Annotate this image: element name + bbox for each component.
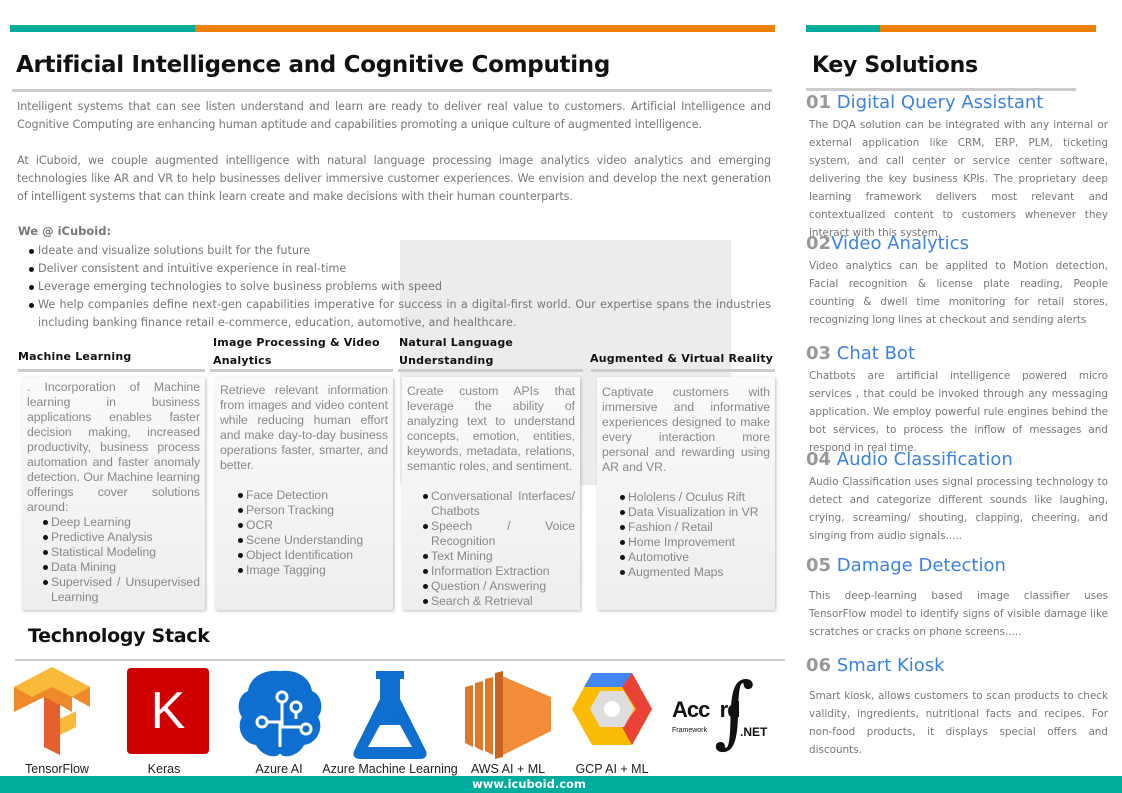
list-item: Image Tagging bbox=[236, 563, 388, 578]
tech-rule bbox=[15, 659, 785, 661]
tech-label-tensorflow: TensorFlow bbox=[25, 762, 89, 776]
tech-label-aws: AWS AI + ML bbox=[470, 762, 546, 776]
list-item: Deliver consistent and intuitive experie… bbox=[18, 260, 771, 278]
we-list: Ideate and visualize solutions built for… bbox=[18, 242, 771, 332]
card-machine-learning: . Incorporation of Machine learning in b… bbox=[22, 377, 205, 610]
card-nlu: Create custom APIs that leverage the abi… bbox=[402, 377, 580, 610]
card-text: Retrieve relevant information from image… bbox=[220, 383, 388, 472]
gcp-logo-icon bbox=[572, 673, 652, 745]
list-item: Face Detection bbox=[236, 488, 388, 503]
solution-smart-kiosk: 06 Smart Kiosk Smart kiosk, allows custo… bbox=[806, 655, 1108, 759]
solution-video-analytics: 02Video Analytics Video analytics can be… bbox=[806, 233, 1108, 329]
card-text: Create custom APIs that leverage the abi… bbox=[407, 384, 575, 473]
page-title: Artificial Intelligence and Cognitive Co… bbox=[16, 52, 611, 78]
solution-title: Video Analytics bbox=[831, 233, 969, 254]
solution-title: Damage Detection bbox=[836, 555, 1006, 576]
azure-ml-flask-icon bbox=[353, 671, 427, 759]
key-solutions-rule bbox=[806, 88, 1076, 91]
list-item: Statistical Modeling bbox=[41, 545, 200, 560]
list-item: Data Visualization in VR bbox=[618, 505, 770, 520]
list-item: Leverage emerging technologies to solve … bbox=[18, 278, 771, 296]
footer-bar: www.icuboid.com bbox=[0, 776, 1122, 793]
card-text: . Incorporation of Machine learning in b… bbox=[27, 380, 200, 514]
list-item: Augmented Maps bbox=[618, 565, 770, 580]
key-solutions-title: Key Solutions bbox=[812, 53, 978, 78]
solution-text: Smart kiosk, allows customers to scan pr… bbox=[809, 690, 1108, 756]
solution-audio-classification: 04 Audio Classification Audio Classifica… bbox=[806, 449, 1108, 545]
keras-logo-icon: K bbox=[127, 668, 209, 754]
list-item: Predictive Analysis bbox=[41, 530, 200, 545]
list-item: Text Mining bbox=[421, 549, 575, 564]
solution-chat-bot: 03 Chat Bot Chatbots are artificial inte… bbox=[806, 343, 1108, 457]
card-rule bbox=[210, 369, 393, 372]
list-item: Ideate and visualize solutions built for… bbox=[18, 242, 771, 260]
list-item: Information Extraction bbox=[421, 564, 575, 579]
list-item: Search & Retrieval bbox=[421, 594, 575, 609]
solution-title: Audio Classification bbox=[836, 449, 1013, 470]
card-title-image-processing: Image Processing & Video Analytics bbox=[213, 336, 380, 367]
tech-label-azure-ml: Azure Machine Learning bbox=[322, 762, 458, 776]
list-item: OCR bbox=[236, 518, 388, 533]
title-rule bbox=[12, 89, 772, 92]
header-bar-teal bbox=[10, 25, 205, 32]
tech-stack-title: Technology Stack bbox=[28, 625, 210, 647]
solution-title: Smart Kiosk bbox=[836, 655, 945, 676]
list-item: Hololens / Oculus Rift bbox=[618, 490, 770, 505]
accord-net-logo-icon: Acc rd ∫ Framework .NET bbox=[672, 667, 768, 757]
solution-damage-detection: 05 Damage Detection This deep-learning b… bbox=[806, 555, 1108, 641]
solution-text: Video analytics can be applited to Motio… bbox=[809, 260, 1108, 326]
card-ar-vr: Captivate customers with immersive and i… bbox=[597, 377, 775, 610]
card-rule bbox=[398, 369, 583, 372]
list-item: Object Identification bbox=[236, 548, 388, 563]
card-title-ar-vr: Augmented & Virtual Reality bbox=[590, 352, 774, 365]
solution-title: Digital Query Assistant bbox=[836, 92, 1044, 113]
list-item: Speech / Voice Recognition bbox=[421, 519, 575, 549]
tech-label-azure-ai: Azure AI bbox=[255, 762, 303, 776]
list-item: Automotive bbox=[618, 550, 770, 565]
card-text: Captivate customers with immersive and i… bbox=[602, 385, 770, 474]
solution-text: This deep-learning based image classifie… bbox=[809, 590, 1108, 638]
list-item: Person Tracking bbox=[236, 503, 388, 518]
list-item: Conversational Interfaces/ Chatbots bbox=[421, 489, 575, 519]
intro-paragraph: Intelligent systems that can see listen … bbox=[17, 100, 771, 131]
solution-text: Chatbots are artificial intelligence pow… bbox=[809, 370, 1108, 454]
solution-dqa: 01 Digital Query Assistant The DQA solut… bbox=[806, 92, 1108, 242]
card-rule bbox=[591, 369, 775, 372]
icuboid-paragraph: At iCuboid, we couple augmented intellig… bbox=[17, 154, 771, 203]
list-item: Fashion / Retail bbox=[618, 520, 770, 535]
list-item: Scene Understanding bbox=[236, 533, 388, 548]
solution-text: The DQA solution can be integrated with … bbox=[809, 119, 1108, 239]
list-item: Deep Learning bbox=[41, 515, 200, 530]
list-item: We help companies define next-gen capabi… bbox=[18, 296, 771, 332]
card-title-nlu: Natural Language Understanding bbox=[399, 336, 514, 367]
list-item: Supervised / Unsupervised Learning bbox=[41, 575, 200, 605]
aws-logo-icon bbox=[465, 671, 551, 759]
solution-text: Audio Classification uses signal process… bbox=[809, 476, 1108, 542]
solution-title: Chat Bot bbox=[836, 343, 916, 364]
card-rule bbox=[18, 369, 205, 372]
header-bar-orange bbox=[195, 25, 775, 32]
azure-ai-brain-icon bbox=[238, 670, 322, 757]
side-bar-teal bbox=[806, 25, 882, 32]
side-bar-orange bbox=[880, 25, 1096, 32]
card-title-machine-learning: Machine Learning bbox=[18, 350, 132, 363]
we-heading: We @ iCuboid: bbox=[18, 224, 112, 238]
list-item: Question / Answering bbox=[421, 579, 575, 594]
tech-label-keras: Keras bbox=[147, 762, 181, 776]
tech-label-gcp: GCP AI + ML bbox=[575, 762, 649, 776]
tensorflow-logo-icon bbox=[14, 667, 90, 755]
list-item: Data Mining bbox=[41, 560, 200, 575]
list-item: Home Improvement bbox=[618, 535, 770, 550]
footer-url-link[interactable]: www.icuboid.com bbox=[472, 777, 586, 791]
card-image-processing: Retrieve relevant information from image… bbox=[215, 377, 393, 610]
